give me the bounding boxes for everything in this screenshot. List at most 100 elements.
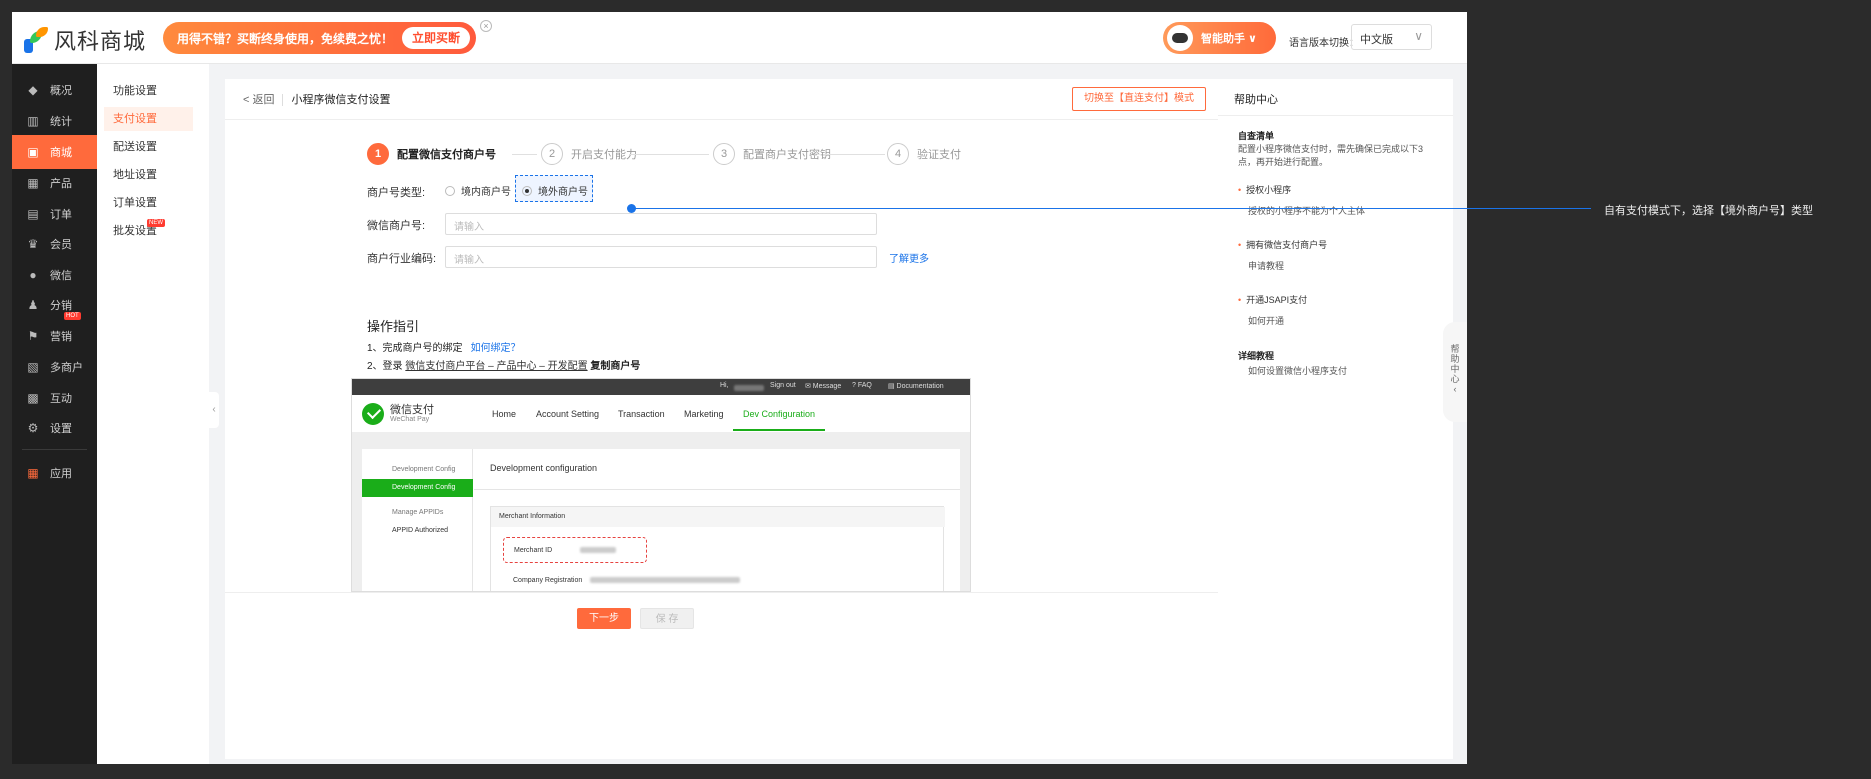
buy-now-button[interactable]: 立即买断 — [401, 27, 470, 49]
radio-label: 境外商户号 — [538, 187, 588, 198]
wx-merchant-id-label: Merchant ID — [514, 547, 553, 554]
annotation-dot — [627, 204, 636, 213]
nav-item-wechat[interactable]: ● 微信 — [12, 258, 97, 292]
save-button[interactable]: 保 存 — [640, 608, 694, 629]
banner-close-icon[interactable]: × — [480, 20, 492, 32]
sub-sidebar: 功能设置 支付设置 配送设置 地址设置 订单设置 批发设置 NEW — [97, 64, 209, 764]
promo-banner[interactable]: 用得不错？买断终身使用，免续费之忧！ 立即买断 — [163, 22, 476, 54]
wechat-pay-icon — [362, 403, 384, 425]
step-number: 1 — [367, 143, 389, 165]
subnav-item-delivery[interactable]: 配送设置 — [104, 135, 193, 159]
language-label: 语言版本切换： — [1289, 38, 1359, 49]
wx-nav-account: Account Setting — [536, 409, 600, 419]
subnav-item-order[interactable]: 订单设置 — [104, 191, 193, 215]
self-check-title: 自查清单 — [1238, 131, 1275, 141]
language-select[interactable]: 中文版 ∨ — [1351, 24, 1432, 50]
step-label: 配置商户支付密钥 — [743, 149, 831, 161]
stepper: 1 配置微信支付商户号 2 开启支付能力 3 配置商户支付密钥 4 验证支付 — [367, 143, 1107, 167]
assistant-label: 智能助手 ∨ — [1201, 33, 1257, 45]
apps-icon: ▦ — [27, 466, 39, 480]
radio-label: 境内商户号 — [461, 187, 511, 198]
wx-logo-en: WeChat Pay — [390, 416, 430, 423]
next-step-button[interactable]: 下一步 — [577, 608, 631, 629]
help-item-authorize-desc: 授权的小程序不能为个人主体 — [1248, 206, 1366, 216]
help-item-merchant: 拥有微信支付商户号 — [1238, 238, 1327, 251]
nav-item-settings[interactable]: ⚙ 设置 — [12, 411, 97, 445]
interact-icon: ▩ — [27, 391, 39, 405]
guide-step-2: 2、登录 微信支付商户平台 – 产品中心 – 开发配置 复制商户号 — [367, 357, 640, 372]
shop-icon: ▣ — [27, 145, 39, 159]
step-connector — [629, 154, 709, 155]
radio-circle — [445, 185, 455, 196]
help-float-tab[interactable]: 帮助中心 ‹ — [1443, 322, 1467, 422]
subnav-item-address[interactable]: 地址设置 — [104, 163, 193, 187]
nav-item-marketing[interactable]: ⚑ 营销 — [12, 319, 97, 353]
switch-mode-button[interactable]: 切换至【直连支付】模式 — [1072, 87, 1206, 111]
wx-nav-marketing: Marketing — [684, 409, 724, 419]
how-to-bind-link[interactable]: 如何绑定？ — [471, 343, 521, 354]
industry-input[interactable]: 请输入 — [445, 246, 877, 268]
apply-tutorial-link[interactable]: 申请教程 — [1248, 259, 1284, 272]
clipboard-icon: ▤ — [27, 207, 39, 221]
wx-side-item: APPID Authorized — [392, 527, 449, 534]
nav-label: 营销 — [50, 331, 72, 343]
app-window: 风科商城 用得不错？买断终身使用，免续费之忧！ 立即买断 × 智能助手 ∨ 语言… — [12, 12, 1467, 764]
nav-item-members[interactable]: ♛ 会员 — [12, 227, 97, 261]
help-center-panel: 帮助中心 自查清单 配置小程序微信支付时，需先确保已完成以下3点，再开始进行配置… — [1218, 79, 1453, 759]
guide-path-link[interactable]: 微信支付商户平台 – 产品中心 – 开发配置 — [405, 361, 587, 372]
step-label: 开启支付能力 — [571, 149, 637, 161]
nav-item-overview[interactable]: ◆ 概况 — [12, 73, 97, 107]
step-connector — [823, 154, 885, 155]
mchid-input[interactable]: 请输入 — [445, 213, 877, 235]
guide-step-2-prefix: 2、登录 — [367, 361, 403, 372]
nav-item-apps[interactable]: ▦ 应用 — [12, 456, 97, 490]
wx-main-title: Development configuration — [490, 463, 598, 473]
step-4: 4 验证支付 — [887, 143, 961, 165]
hot-badge: HOT — [64, 312, 81, 320]
footer-actions: 下一步 保 存 — [225, 592, 1225, 639]
step-label: 配置微信支付商户号 — [397, 149, 496, 161]
radio-overseas[interactable]: 境外商户号 — [522, 183, 588, 198]
ai-assistant-button[interactable]: 智能助手 ∨ — [1163, 22, 1276, 54]
help-item-jsapi: 开通JSAPI支付 — [1238, 293, 1307, 306]
logo[interactable]: 风科商城 — [20, 24, 146, 56]
wx-nav-transaction: Transaction — [618, 409, 665, 419]
learn-more-link[interactable]: 了解更多 — [889, 250, 929, 265]
mchid-label: 微信商户号: — [367, 220, 426, 232]
nav-item-interact[interactable]: ▩ 互动 — [12, 381, 97, 415]
nav-item-multi-merchant[interactable]: ▧ 多商户 — [12, 350, 97, 384]
tutorial-link[interactable]: 如何设置微信小程序支付 — [1248, 364, 1347, 377]
wx-topbar: Hi, Sign out ✉ Message ? FAQ ▤ Documenta… — [352, 379, 970, 395]
main-sidebar: ◆ 概况 ▥ 统计 ▣ 商城 ▦ 产品 ▤ 订单 ♛ 会员 ● 微信 ♟ 分销 ⚑ 营销 HOT … — [12, 64, 97, 764]
help-title: 帮助中心 — [1234, 94, 1278, 106]
subnav-item-payment[interactable]: 支付设置 — [104, 107, 193, 131]
nav-item-stats[interactable]: ▥ 统计 — [12, 104, 97, 138]
user-share-icon: ♟ — [27, 298, 39, 312]
merchant-type-label: 商户号类型: — [367, 187, 426, 199]
collapse-sidebar-icon[interactable]: ‹ — [209, 392, 219, 428]
robot-icon — [1167, 25, 1193, 51]
tutorial-title: 详细教程 — [1238, 351, 1275, 361]
how-to-enable-link[interactable]: 如何开通 — [1248, 314, 1284, 327]
step-3: 3 配置商户支付密钥 — [713, 143, 831, 165]
nav-item-mall[interactable]: ▣ 商城 — [12, 135, 97, 169]
wx-nav-home: Home — [492, 409, 517, 419]
annotation-line — [631, 208, 1591, 209]
wx-card-title: Merchant Information — [491, 507, 945, 527]
subnav-item-function[interactable]: 功能设置 — [104, 79, 193, 103]
nav-item-orders[interactable]: ▤ 订单 — [12, 197, 97, 231]
nav-label: 微信 — [50, 270, 72, 282]
nav-label: 统计 — [50, 116, 72, 128]
radio-domestic[interactable]: 境内商户号 — [445, 183, 511, 198]
wx-side-item-selected: Development Config — [362, 479, 473, 497]
wx-hi: Hi, — [720, 382, 729, 389]
step-number: 3 — [713, 143, 735, 165]
page-title: 小程序微信支付设置 — [282, 94, 391, 106]
breadcrumb: < 返回 小程序微信支付设置 — [243, 91, 391, 107]
nav-label: 多商户 — [50, 362, 83, 374]
wx-company-reg: Company Registration — [513, 577, 741, 584]
nav-item-distribution[interactable]: ♟ 分销 — [12, 288, 97, 322]
new-badge: NEW — [147, 219, 165, 227]
nav-item-products[interactable]: ▦ 产品 — [12, 166, 97, 200]
back-link[interactable]: < 返回 — [243, 94, 274, 106]
